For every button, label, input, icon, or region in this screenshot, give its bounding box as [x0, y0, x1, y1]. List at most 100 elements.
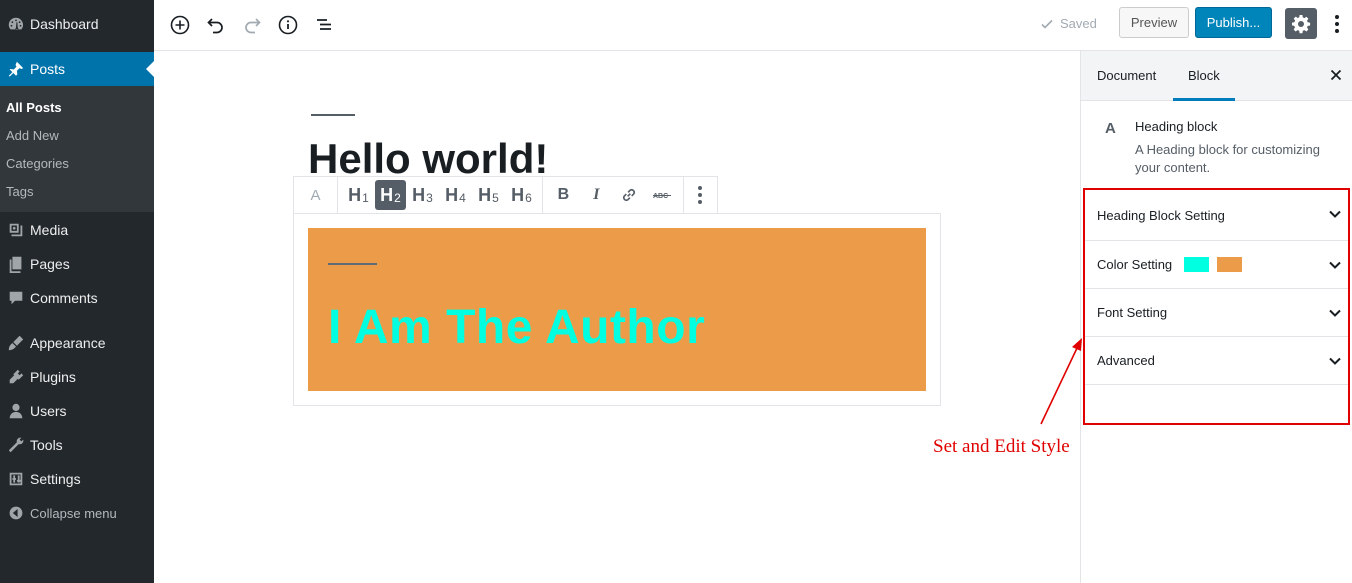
- panel-label: Heading Block Setting: [1097, 207, 1225, 223]
- collapse-icon: [0, 505, 30, 521]
- settings-panels-highlight: Heading Block Setting Color Setting Font…: [1083, 188, 1350, 425]
- block-more-options-button[interactable]: [688, 180, 712, 210]
- undo-icon[interactable]: [204, 13, 228, 37]
- sidebar-item-tools[interactable]: Tools: [0, 428, 154, 462]
- tab-document[interactable]: Document: [1097, 51, 1156, 101]
- settings-toggle-button[interactable]: [1285, 8, 1317, 39]
- selected-block-wrapper: I Am The Author: [293, 213, 941, 406]
- preview-button[interactable]: Preview: [1119, 7, 1189, 38]
- more-options-button[interactable]: [1326, 12, 1348, 36]
- close-sidebar-button[interactable]: [1326, 65, 1346, 85]
- collapse-menu-label: Collapse menu: [30, 505, 117, 521]
- strikethrough-icon: ABC: [653, 193, 672, 200]
- chevron-down-icon: [1329, 210, 1341, 218]
- saved-label: Saved: [1060, 16, 1097, 31]
- tools-icon: [0, 436, 30, 454]
- block-description: A Heading block for customizing your con…: [1135, 142, 1320, 175]
- editor-canvas: Hello world! A H1 H2 H3 H4 H5 H6 B I ABC: [154, 51, 1080, 583]
- italic-button[interactable]: I: [580, 180, 613, 210]
- chevron-down-icon: [1329, 261, 1341, 269]
- background-color-swatch[interactable]: [1217, 257, 1243, 272]
- chevron-down-icon: [1329, 309, 1341, 317]
- pages-icon: [0, 255, 30, 273]
- format-group: B I ABC: [543, 177, 684, 213]
- sidebar-item-settings[interactable]: Settings: [0, 462, 154, 496]
- appearance-icon: [0, 334, 30, 352]
- add-block-icon[interactable]: [168, 13, 192, 37]
- vertical-ellipsis-icon: [1335, 15, 1339, 33]
- vertical-ellipsis-icon: [698, 186, 703, 204]
- plugins-icon: [0, 368, 30, 386]
- link-icon: [623, 188, 636, 202]
- sidebar-item-label: Media: [30, 222, 69, 238]
- panel-label: Advanced: [1097, 353, 1155, 368]
- comments-icon: [0, 289, 30, 307]
- heading-level-h1-button[interactable]: H1: [342, 180, 375, 210]
- submenu-categories[interactable]: Categories: [0, 150, 154, 178]
- sidebar-item-posts[interactable]: Posts: [0, 52, 154, 86]
- heading-block-text[interactable]: I Am The Author: [328, 300, 705, 355]
- sidebar-item-label: Settings: [30, 471, 81, 487]
- panel-heading-block-setting[interactable]: Heading Block Setting: [1085, 190, 1348, 241]
- panel-label: Color Setting: [1097, 257, 1173, 272]
- heading-block[interactable]: I Am The Author: [308, 228, 926, 391]
- block-card: A Heading block A Heading block for cust…: [1081, 101, 1352, 191]
- editor-top-toolbar: Saved Preview Publish...: [154, 0, 1352, 51]
- info-icon[interactable]: [276, 13, 300, 37]
- heading-level-h3-button[interactable]: H3: [406, 180, 439, 210]
- heading-level-h2-button[interactable]: H2: [374, 180, 406, 210]
- sidebar-item-label: Tools: [30, 437, 63, 453]
- submenu-tags[interactable]: Tags: [0, 178, 154, 206]
- link-button[interactable]: [613, 180, 646, 210]
- sidebar-item-label: Pages: [30, 256, 70, 272]
- sidebar-item-label: Appearance: [30, 335, 106, 351]
- heading-block-separator: [328, 263, 377, 265]
- redo-icon[interactable]: [240, 13, 264, 37]
- heading-level-h6-button[interactable]: H6: [505, 180, 538, 210]
- publish-button[interactable]: Publish...: [1195, 7, 1272, 38]
- sidebar-item-users[interactable]: Users: [0, 394, 154, 428]
- submenu-all-posts[interactable]: All Posts: [0, 94, 154, 122]
- check-icon: [1041, 19, 1053, 29]
- annotation-arrow: [1040, 338, 1082, 425]
- tab-block[interactable]: Block: [1173, 51, 1235, 101]
- collapse-menu-button[interactable]: Collapse menu: [0, 496, 154, 530]
- bold-button[interactable]: B: [547, 180, 580, 210]
- block-type-group: A: [294, 177, 338, 213]
- gear-icon: [1292, 14, 1311, 33]
- heading-level-h5-button[interactable]: H5: [472, 180, 505, 210]
- posts-submenu: All Posts Add New Categories Tags: [0, 86, 154, 212]
- annotation-text: Set and Edit Style: [933, 436, 1070, 457]
- more-group: [684, 177, 717, 213]
- heading-level-h4-button[interactable]: H4: [439, 180, 472, 210]
- svg-text:ABC: ABC: [653, 193, 668, 200]
- block-name: Heading block: [1135, 119, 1218, 134]
- submenu-add-new[interactable]: Add New: [0, 122, 154, 150]
- heading-block-icon: A: [1105, 120, 1116, 137]
- text-color-swatch[interactable]: [1184, 257, 1210, 272]
- saved-status: Saved: [1040, 16, 1097, 31]
- panel-color-setting[interactable]: Color Setting: [1085, 241, 1348, 289]
- strikethrough-button[interactable]: ABC: [646, 180, 679, 210]
- users-icon: [0, 402, 30, 420]
- sidebar-item-label: Plugins: [30, 369, 76, 385]
- sidebar-item-media[interactable]: Media: [0, 213, 154, 247]
- panel-advanced[interactable]: Advanced: [1085, 337, 1348, 385]
- sidebar-item-plugins[interactable]: Plugins: [0, 360, 154, 394]
- settings-icon: [0, 470, 30, 488]
- sidebar-item-appearance[interactable]: Appearance: [0, 326, 154, 360]
- admin-sidebar: Dashboard Posts All Posts Add New Catego…: [0, 0, 154, 583]
- chevron-down-icon: [1329, 357, 1341, 365]
- sidebar-item-comments[interactable]: Comments: [0, 281, 154, 315]
- outline-icon[interactable]: [312, 13, 336, 37]
- heading-type-icon[interactable]: A: [310, 187, 320, 204]
- sidebar-item-dashboard[interactable]: Dashboard: [0, 7, 154, 41]
- sidebar-item-pages[interactable]: Pages: [0, 247, 154, 281]
- block-toolbar: A H1 H2 H3 H4 H5 H6 B I ABC: [293, 176, 718, 214]
- sidebar-item-label: Dashboard: [30, 16, 99, 32]
- dashboard-icon: [0, 15, 30, 33]
- sidebar-item-label: Posts: [30, 61, 66, 77]
- pin-icon: [0, 60, 30, 78]
- inspector-tabs: Document Block: [1081, 51, 1352, 101]
- panel-font-setting[interactable]: Font Setting: [1085, 289, 1348, 337]
